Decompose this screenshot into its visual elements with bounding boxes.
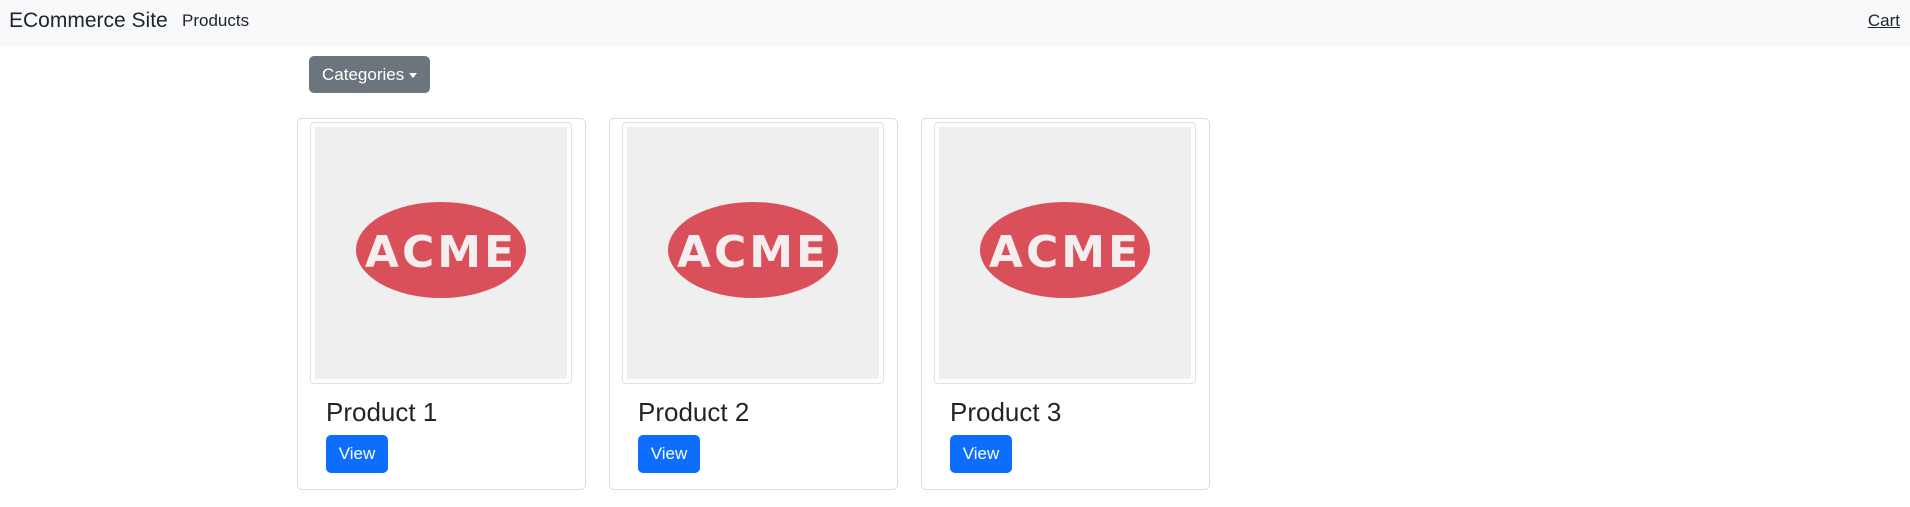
logo-text: ACME <box>365 227 517 278</box>
acme-logo-icon: ACME <box>668 202 838 298</box>
product-title: Product 3 <box>950 397 1062 427</box>
acme-logo-icon: ACME <box>980 202 1150 298</box>
product-card: ACME Product 2 View <box>609 118 898 490</box>
product-title: Product 1 <box>326 397 438 427</box>
product-card: ACME Product 3 View <box>921 118 1210 490</box>
logo-text: ACME <box>989 227 1141 278</box>
product-grid: ACME Product 1 View ACME Product 2 View … <box>0 0 1910 507</box>
logo-text: ACME <box>677 227 829 278</box>
product-image[interactable]: ACME <box>622 122 884 384</box>
product-image[interactable]: ACME <box>310 122 572 384</box>
product-image[interactable]: ACME <box>934 122 1196 384</box>
product-image-area: ACME <box>627 127 879 379</box>
view-product-button[interactable]: View <box>638 435 700 473</box>
product-image-area: ACME <box>315 127 567 379</box>
view-product-button[interactable]: View <box>950 435 1012 473</box>
view-product-button[interactable]: View <box>326 435 388 473</box>
product-image-area: ACME <box>939 127 1191 379</box>
acme-logo-icon: ACME <box>356 202 526 298</box>
product-card: ACME Product 1 View <box>297 118 586 490</box>
product-title: Product 2 <box>638 397 750 427</box>
